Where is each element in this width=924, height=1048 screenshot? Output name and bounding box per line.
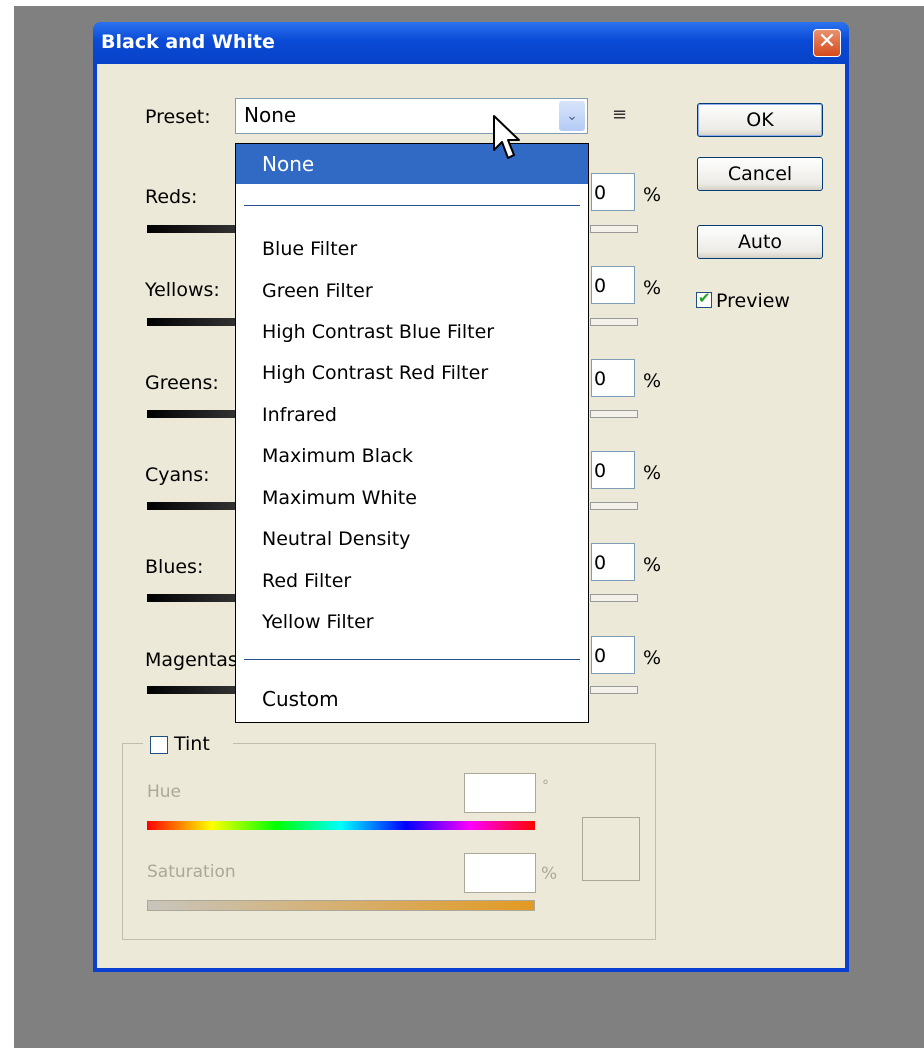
preset-option[interactable]: Red Filter — [236, 570, 588, 592]
tint-color-swatch[interactable] — [582, 817, 640, 881]
cyans-label: Cyans: — [145, 464, 210, 486]
greens-unit: % — [643, 370, 662, 392]
preset-option-custom[interactable]: Custom — [236, 687, 588, 711]
magentas-input[interactable]: 0 — [591, 636, 635, 674]
hue-slider[interactable] — [147, 821, 535, 830]
reds-input[interactable]: 0 — [591, 173, 635, 211]
preset-option[interactable]: Neutral Density — [236, 528, 588, 550]
preset-options-menu-icon[interactable]: ≡ — [612, 104, 627, 125]
preset-option[interactable]: Maximum White — [236, 487, 588, 509]
preset-option[interactable]: Green Filter — [236, 280, 588, 302]
saturation-unit: % — [541, 864, 558, 884]
hue-input[interactable] — [464, 773, 536, 813]
close-icon: ✕ — [817, 29, 837, 54]
preview-label: Preview — [716, 290, 790, 312]
preset-option[interactable]: Blue Filter — [236, 238, 588, 260]
preset-option-selected[interactable]: None — [236, 144, 588, 184]
ok-button[interactable]: OK — [697, 103, 823, 137]
greens-input[interactable]: 0 — [591, 359, 635, 397]
dropdown-separator — [244, 205, 580, 206]
dialog-title: Black and White — [101, 31, 275, 53]
cancel-button[interactable]: Cancel — [697, 157, 823, 191]
magentas-label: Magentas: — [145, 649, 245, 671]
preset-dropdown-list: None Blue Filter Green Filter High Contr… — [235, 143, 589, 723]
preset-label: Preset: — [145, 106, 211, 128]
yellows-unit: % — [643, 277, 662, 299]
tint-label: Tint — [174, 733, 210, 755]
checkmark-icon: ✔ — [698, 289, 711, 307]
preset-option[interactable]: Yellow Filter — [236, 611, 588, 633]
hue-label: Hue — [147, 782, 182, 802]
blues-unit: % — [643, 554, 662, 576]
blues-label: Blues: — [145, 556, 204, 578]
mouse-pointer-icon — [493, 115, 520, 159]
title-bar[interactable]: Black and White ✕ — [93, 22, 849, 64]
preset-select-value: None — [244, 103, 297, 127]
preset-select[interactable]: None ⌄ — [235, 98, 588, 134]
close-button[interactable]: ✕ — [813, 29, 841, 57]
preset-option[interactable]: Infrared — [236, 404, 588, 426]
blues-input[interactable]: 0 — [591, 543, 635, 581]
yellows-input[interactable]: 0 — [591, 266, 635, 304]
chevron-down-icon[interactable]: ⌄ — [559, 101, 585, 131]
reds-unit: % — [643, 184, 662, 206]
preset-option[interactable]: High Contrast Red Filter — [236, 362, 588, 384]
reds-label: Reds: — [145, 186, 198, 208]
dropdown-separator — [244, 659, 580, 660]
saturation-label: Saturation — [147, 862, 236, 882]
magentas-unit: % — [643, 647, 662, 669]
saturation-input[interactable] — [464, 853, 536, 893]
greens-label: Greens: — [145, 372, 219, 394]
saturation-slider[interactable] — [147, 900, 535, 911]
cyans-unit: % — [643, 462, 662, 484]
cyans-input[interactable]: 0 — [591, 451, 635, 489]
hue-unit: ° — [542, 778, 549, 794]
tint-checkbox[interactable] — [150, 736, 168, 754]
auto-button[interactable]: Auto — [697, 225, 823, 259]
preset-option[interactable]: Maximum Black — [236, 445, 588, 467]
yellows-label: Yellows: — [145, 279, 220, 301]
preset-option[interactable]: High Contrast Blue Filter — [236, 321, 588, 343]
preview-checkbox[interactable]: ✔ — [696, 289, 712, 308]
